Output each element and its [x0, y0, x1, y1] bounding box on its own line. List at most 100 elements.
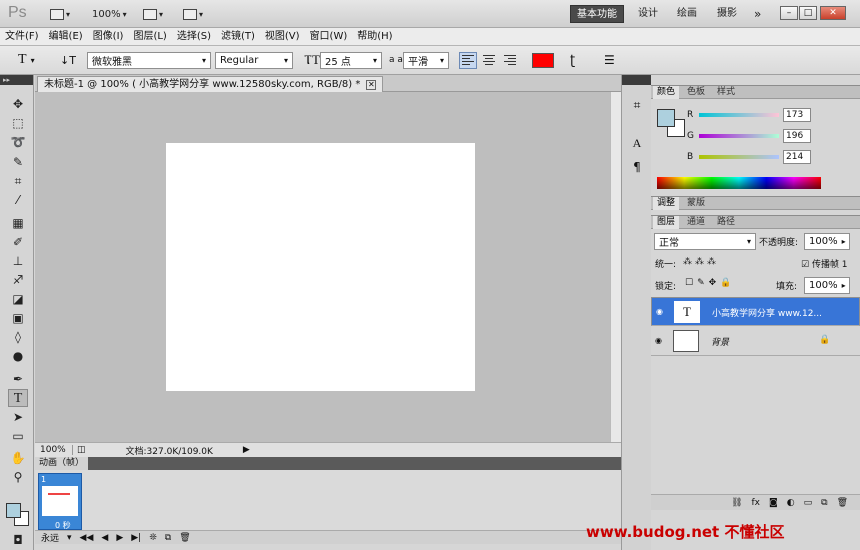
menu-image[interactable]: 图像(I): [88, 28, 129, 45]
workspace-design[interactable]: 设计: [632, 5, 664, 23]
new-layer-icon[interactable]: ⧉: [821, 498, 827, 508]
tab-color[interactable]: 颜色: [653, 86, 680, 99]
path-selection-tool-icon[interactable]: ➤: [8, 408, 28, 426]
screen-mode-icon[interactable]: ▾: [183, 7, 203, 21]
fill-field[interactable]: 100% ▸: [804, 277, 850, 294]
workspace-essentials[interactable]: 基本功能: [570, 5, 624, 23]
next-frame-icon[interactable]: ▶|: [131, 533, 141, 543]
maximize-button[interactable]: □: [799, 6, 817, 20]
quick-mask-icon[interactable]: ◘: [8, 531, 28, 549]
close-button[interactable]: ✕: [820, 6, 846, 20]
red-value-field[interactable]: 173: [783, 108, 811, 122]
antialias-select[interactable]: 平滑 ▾: [403, 51, 449, 69]
marquee-tool-icon[interactable]: ⬚: [8, 114, 28, 132]
animation-frame[interactable]: 1 0 秒: [38, 473, 82, 530]
workspace-more-button[interactable]: »: [748, 5, 767, 23]
tab-masks[interactable]: 蒙版: [683, 197, 709, 210]
eyedropper-tool-icon[interactable]: ⁄: [8, 191, 28, 209]
shape-tool-icon[interactable]: ▭: [8, 427, 28, 445]
hand-tool-icon[interactable]: ✋: [8, 449, 28, 467]
tools-panel-grip[interactable]: ▸▸: [0, 75, 33, 85]
duplicate-frame-icon[interactable]: ⧉: [165, 533, 171, 543]
opacity-field[interactable]: 100% ▸: [804, 233, 850, 250]
tab-swatches[interactable]: 色板: [683, 86, 709, 99]
vertical-scrollbar[interactable]: [610, 92, 621, 442]
quick-selection-tool-icon[interactable]: ✎: [8, 153, 28, 171]
delete-frame-icon[interactable]: 🗑: [179, 533, 190, 543]
font-family-select[interactable]: 微软雅黑 ▾: [87, 51, 211, 69]
font-size-select[interactable]: 25 点 ▾: [320, 51, 382, 69]
unify-icons[interactable]: ⁂⁂⁂: [683, 257, 719, 267]
blue-slider[interactable]: [699, 155, 779, 159]
gradient-tool-icon[interactable]: ▣: [8, 309, 28, 327]
new-group-icon[interactable]: ▭: [804, 498, 813, 508]
align-center-button[interactable]: [480, 52, 498, 69]
propagate-frame-checkbox[interactable]: ☑ 传播帧 1: [801, 257, 848, 270]
paragraph-panel-icon[interactable]: ¶: [629, 159, 645, 175]
eraser-tool-icon[interactable]: ◪: [8, 290, 28, 308]
type-tool-icon[interactable]: T: [8, 389, 28, 407]
menu-layer[interactable]: 图层(L): [128, 28, 171, 45]
layer-style-icon[interactable]: fx: [752, 498, 761, 508]
zoom-level-menu[interactable]: 100% ▾: [92, 7, 127, 21]
delete-layer-icon[interactable]: 🗑: [837, 498, 848, 508]
view-extras-icon[interactable]: ▾: [143, 7, 163, 21]
green-value-field[interactable]: 196: [783, 129, 811, 143]
menu-window[interactable]: 窗口(W): [305, 28, 353, 45]
menu-select[interactable]: 选择(S): [172, 28, 216, 45]
lasso-tool-icon[interactable]: ➰: [8, 133, 28, 151]
layer-name[interactable]: 小高教学网分享 www.12...: [712, 306, 822, 319]
foreground-color-swatch[interactable]: [6, 503, 21, 518]
clone-stamp-tool-icon[interactable]: ⊥: [8, 252, 28, 270]
text-tool-preset-icon[interactable]: T ▾: [18, 51, 35, 69]
minimize-button[interactable]: –: [780, 6, 798, 20]
blur-tool-icon[interactable]: ◊: [8, 328, 28, 346]
pen-tool-icon[interactable]: ✒: [8, 370, 28, 388]
link-layers-icon[interactable]: ⛓: [731, 498, 742, 508]
warp-text-icon[interactable]: ʈ: [570, 51, 575, 69]
red-slider[interactable]: [699, 113, 779, 117]
zoom-tool-icon[interactable]: ⚲: [8, 468, 28, 486]
menu-view[interactable]: 视图(V): [260, 28, 305, 45]
tab-layers[interactable]: 图层: [653, 216, 680, 229]
tab-channels[interactable]: 通道: [683, 216, 709, 229]
eye-icon[interactable]: ◉: [656, 307, 667, 316]
blend-mode-select[interactable]: 正常 ▾: [654, 233, 756, 250]
character-panel-icon[interactable]: A: [629, 135, 645, 151]
loop-caret-icon[interactable]: ▾: [67, 533, 72, 543]
play-icon[interactable]: ▶: [116, 533, 123, 543]
close-document-icon[interactable]: ✕: [366, 80, 377, 90]
dodge-tool-icon[interactable]: ●: [8, 347, 28, 365]
bridge-launch-icon[interactable]: ▾: [50, 7, 70, 21]
adjustment-layer-icon[interactable]: ◐: [787, 498, 795, 508]
align-left-button[interactable]: [459, 51, 477, 69]
menu-edit[interactable]: 编辑(E): [44, 28, 88, 45]
status-menu-icon[interactable]: ◫: [77, 445, 86, 455]
menu-file[interactable]: 文件(F): [0, 28, 44, 45]
character-panel-toggle-icon[interactable]: ☰: [604, 51, 615, 69]
workspace-photography[interactable]: 摄影: [711, 5, 743, 23]
status-arrow-icon[interactable]: ▶: [243, 445, 250, 455]
history-brush-tool-icon[interactable]: ♐: [8, 271, 28, 289]
text-orientation-icon[interactable]: ↓T: [60, 51, 76, 69]
tab-paths[interactable]: 路径: [713, 216, 739, 229]
history-panel-icon[interactable]: ⌗: [629, 97, 645, 113]
green-slider[interactable]: [699, 134, 779, 138]
add-mask-icon[interactable]: ◙: [769, 498, 778, 508]
lock-icons[interactable]: ☐✎✥🔒: [685, 278, 735, 288]
first-frame-icon[interactable]: ◀◀: [80, 533, 94, 543]
layer-row-background[interactable]: ◉ 背景 🔒: [651, 327, 860, 356]
menu-help[interactable]: 帮助(H): [352, 28, 397, 45]
text-color-swatch[interactable]: [532, 52, 554, 68]
eye-icon[interactable]: ◉: [655, 336, 666, 345]
canvas-area[interactable]: [35, 92, 610, 442]
color-panel-foreground[interactable]: [657, 109, 675, 127]
dock-grip[interactable]: [622, 75, 651, 85]
workspace-painting[interactable]: 绘画: [671, 5, 703, 23]
tween-icon[interactable]: ❊: [149, 533, 157, 543]
animation-panel-tab[interactable]: 动画（帧）: [35, 457, 89, 470]
color-spectrum[interactable]: [657, 177, 821, 189]
document-canvas[interactable]: [166, 143, 475, 391]
font-style-select[interactable]: Regular ▾: [215, 51, 293, 69]
menu-filter[interactable]: 滤镜(T): [216, 28, 260, 45]
